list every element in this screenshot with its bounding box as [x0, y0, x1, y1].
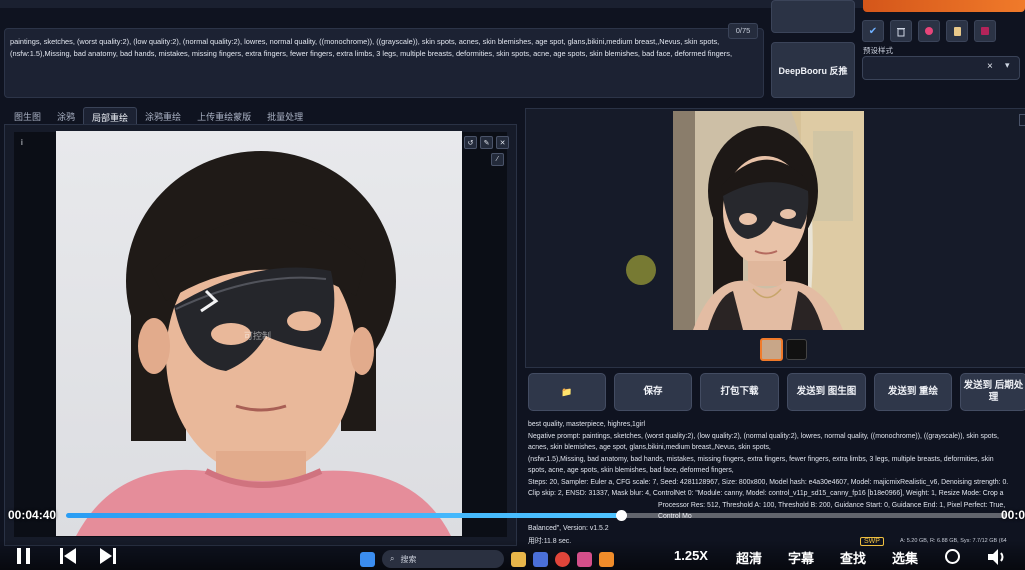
app-icon-3[interactable] [599, 551, 614, 567]
gallery-thumbnail-2[interactable] [786, 339, 807, 360]
speed-button[interactable]: 1.25X [674, 548, 708, 563]
gallery-fullscreen-icon[interactable] [1019, 114, 1025, 126]
clipboard-icon[interactable] [946, 20, 968, 42]
danmaku-icon[interactable] [945, 549, 960, 564]
style-tools: ✔ [862, 20, 996, 42]
episodes-button[interactable]: 选集 [892, 548, 918, 567]
info-version: Balanced", Version: v1.5.2 [528, 524, 609, 532]
clear-icon[interactable]: × [987, 61, 993, 72]
info-icon[interactable]: i [21, 138, 23, 147]
chevron-down-icon: ▾ [1005, 60, 1010, 70]
info-negative-3: (nsfw:1.5),Missing, bad anatomy, bad han… [528, 455, 994, 463]
pause-icon[interactable] [17, 548, 31, 564]
info-controlnet-2: Processor Res: 512, Threshold A: 100, Th… [658, 501, 1006, 521]
output-image[interactable] [673, 111, 864, 330]
app-icon-2[interactable] [577, 551, 592, 567]
subtitle-button[interactable]: 字幕 [788, 548, 814, 567]
send-to-img2img-button[interactable]: 发送到 图生图 [787, 373, 866, 411]
tab-img2img[interactable]: 图生图 [6, 107, 49, 125]
info-params: Steps: 20, Sampler: Euler a, CFG scale: … [528, 478, 1009, 486]
info-prompt: best quality, masterpiece, highres,1girl [528, 421, 646, 428]
swp-badge: SWP [860, 537, 884, 546]
canvas-tools: ↺ ✎ ✕ [464, 136, 509, 149]
trash-icon[interactable] [890, 20, 912, 42]
folder-icon: 📁 [561, 387, 573, 397]
brush-icon[interactable]: ⁄ [491, 153, 504, 166]
info-negative: Negative prompt: paintings, sketches, (w… [528, 432, 999, 440]
pencil-icon[interactable]: ✎ [480, 136, 493, 149]
save-icon[interactable] [974, 20, 996, 42]
zip-download-button[interactable]: 打包下载 [700, 373, 779, 411]
find-button[interactable]: 查找 [840, 548, 866, 567]
chrome-icon[interactable] [555, 551, 570, 567]
watermark-text: 可控制 [244, 331, 272, 341]
info-negative-2: acnes, skin blemishes, age spot, glans,b… [528, 444, 771, 451]
progress-handle[interactable] [615, 510, 627, 521]
token-counter: 0/75 [728, 23, 758, 39]
interrogate-button[interactable] [771, 0, 855, 33]
deepbooru-label: DeepBooru 反推 [778, 65, 848, 76]
style-icon[interactable] [918, 20, 940, 42]
check-icon[interactable]: ✔ [862, 20, 884, 42]
windows-start-icon[interactable] [360, 551, 375, 567]
tab-sketch[interactable]: 涂鸦 [49, 107, 83, 125]
close-icon[interactable]: ✕ [496, 136, 509, 149]
info-negative-4: spots, acne, age spots, skin blemishes, … [528, 467, 734, 474]
volume-icon[interactable] [988, 549, 1008, 570]
taskbar-search[interactable]: ⌕ 搜索 [382, 550, 504, 568]
next-icon[interactable] [98, 548, 116, 569]
send-to-extras-button[interactable]: 发送到 后期处理 [960, 373, 1025, 411]
app-icon[interactable] [533, 551, 548, 567]
save-button[interactable]: 保存 [614, 373, 692, 411]
open-folder-button[interactable]: 📁 [528, 373, 606, 411]
deepbooru-button[interactable]: DeepBooru 反推 [771, 42, 855, 98]
tab-inpaint-upload[interactable]: 上传重绘蒙版 [189, 107, 259, 125]
memory-stats: A: 5.20 GB, R: 6.88 GB, Sys: 7.7/12 GB (… [900, 538, 1007, 544]
tab-batch[interactable]: 批量处理 [259, 107, 311, 125]
input-image[interactable]: 可控制 [56, 131, 462, 536]
search-icon: ⌕ [390, 554, 395, 563]
os-taskbar: ⌕ 搜索 [360, 548, 614, 570]
file-explorer-icon[interactable] [511, 551, 526, 567]
generation-info: best quality, masterpiece, highres,1girl… [528, 419, 1025, 548]
cursor-indicator [626, 255, 656, 285]
current-time: 00:04:40 [8, 508, 57, 522]
img2img-tabs: 图生图 涂鸦 局部重绘 涂鸦重绘 上传重绘蒙版 批量处理 [6, 107, 311, 126]
info-controlnet: Clip skip: 2, ENSD: 31337, Mask blur: 4,… [528, 490, 1004, 497]
preset-styles-label: 预设样式 [863, 46, 893, 55]
gallery-thumbnail-1[interactable] [760, 338, 783, 361]
taskbar-search-placeholder: 搜索 [400, 554, 417, 564]
send-to-inpaint-button[interactable]: 发送到 重绘 [874, 373, 952, 411]
undo-icon[interactable]: ↺ [464, 136, 477, 149]
progress-fill [66, 513, 621, 518]
preset-styles-select[interactable]: × ▾ [862, 56, 1020, 80]
previous-icon[interactable] [60, 548, 78, 569]
quality-button[interactable]: 超清 [736, 548, 762, 567]
generate-button[interactable] [863, 0, 1025, 12]
tab-inpaint-sketch[interactable]: 涂鸦重绘 [137, 107, 189, 125]
negative-prompt-text: paintings, sketches, (worst quality:2), … [10, 37, 733, 58]
